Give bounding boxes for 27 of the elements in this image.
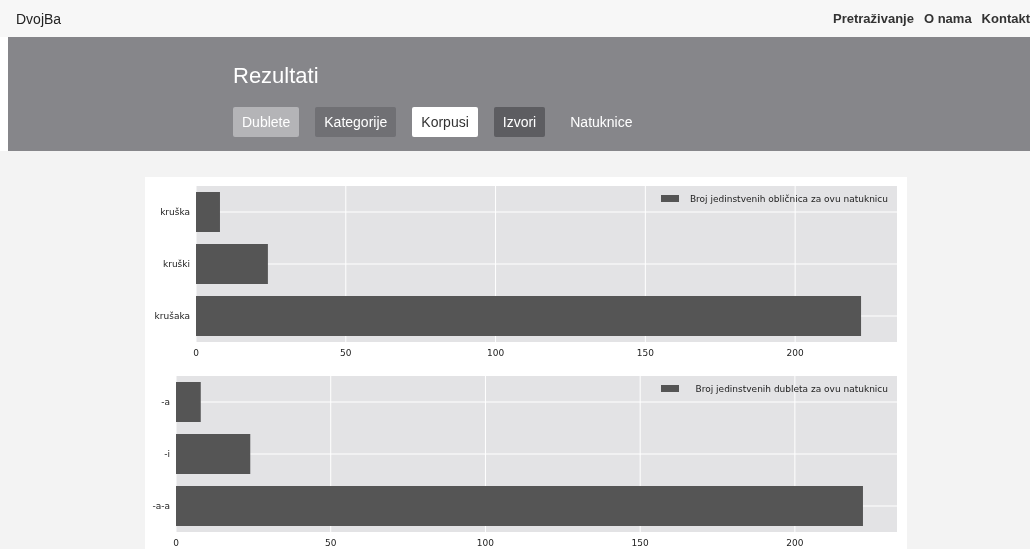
legend-label: Broj jedinstvenih obličnica za ovu natuknicu: [689, 194, 888, 204]
axis-tick-label: 50: [340, 348, 352, 358]
axis-tick-label: 100: [476, 538, 495, 548]
tab[interactable]: Natuknice: [561, 107, 642, 137]
axis-tick-label: 100: [487, 348, 505, 358]
axis-tick-label: 50: [325, 538, 337, 548]
axis-tick-label: 200: [786, 538, 804, 548]
category-label: kruški: [162, 259, 190, 269]
nav-link[interactable]: Kontakt: [981, 11, 1030, 26]
category-label: krušaka: [154, 311, 190, 321]
category-label: -i: [164, 449, 170, 459]
page-title: Rezultati: [233, 62, 320, 89]
category-label: -a: [161, 397, 170, 407]
tab[interactable]: Kategorije: [315, 107, 397, 137]
axis-tick-label: 150: [636, 348, 654, 358]
axis-tick-label: 0: [173, 538, 179, 548]
tab[interactable]: Korpusi: [412, 107, 478, 137]
brand-name[interactable]: DvojBa: [16, 10, 62, 27]
legend-label: Broj jedinstvenih dubleta za ovu natuknicu: [695, 384, 888, 394]
nav-link[interactable]: Pretraživanje: [833, 11, 914, 26]
axis-tick-label: 0: [193, 348, 199, 358]
tab[interactable]: Izvori: [493, 107, 546, 137]
axis-tick-label: 200: [786, 348, 804, 358]
category-label: -a-a: [152, 501, 170, 511]
axis-tick-label: 150: [631, 538, 649, 548]
category-label: kruška: [160, 207, 190, 217]
nav-link[interactable]: O nama: [923, 11, 972, 26]
